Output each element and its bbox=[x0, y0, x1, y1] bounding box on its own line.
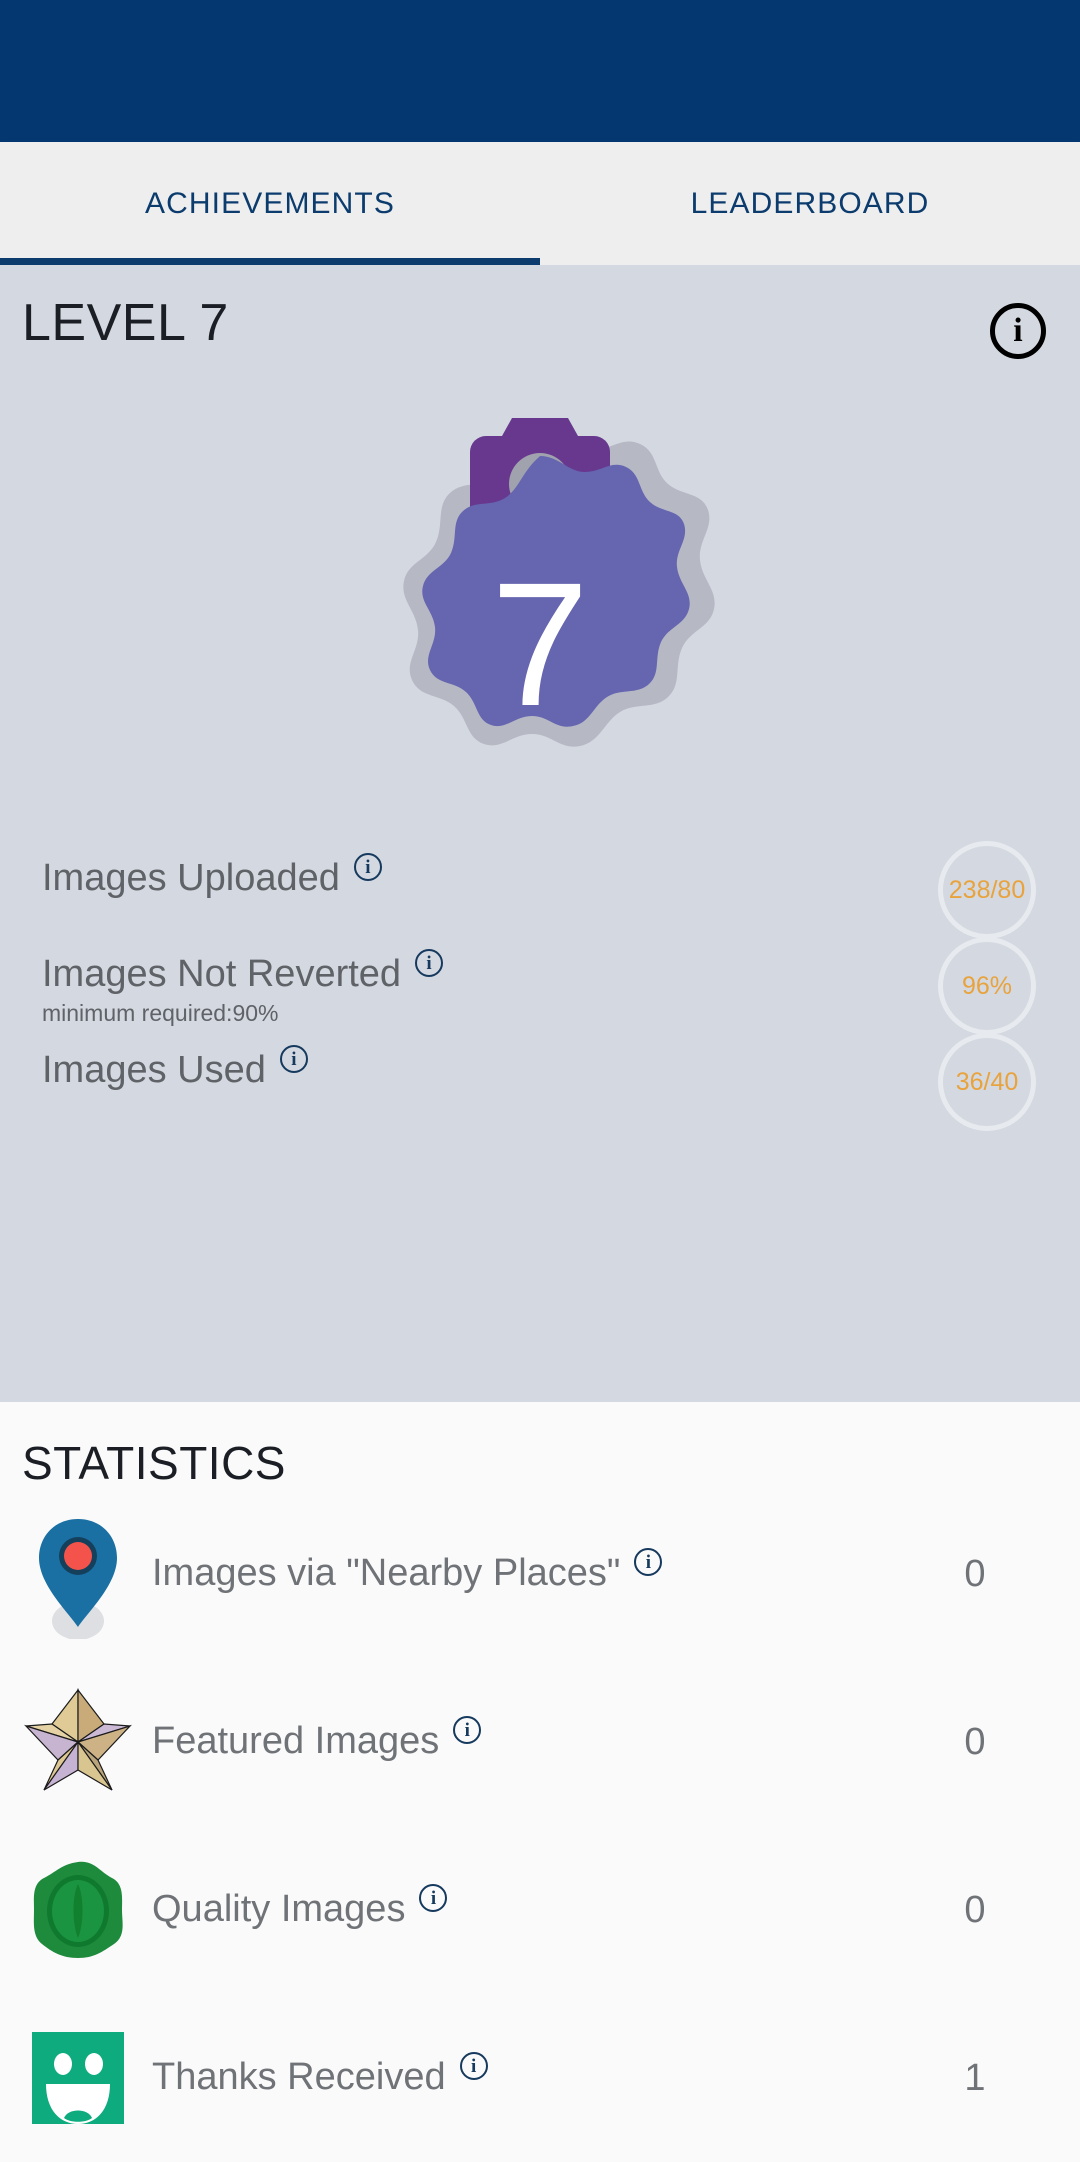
info-icon-glyph: i bbox=[464, 1719, 470, 1741]
achievement-sublabel: minimum required:90% bbox=[42, 1000, 279, 1027]
page-title: LEVEL 7 bbox=[22, 294, 229, 352]
wax-seal-icon bbox=[22, 1858, 134, 1962]
achievement-rows: Images Uploaded i 238/80 Images Not Rever… bbox=[0, 841, 1080, 1141]
tab-bar: ACHIEVEMENTS LEADERBOARD bbox=[0, 142, 1080, 265]
level-info-icon[interactable]: i bbox=[990, 303, 1046, 359]
quality-images-info-icon[interactable]: i bbox=[419, 1884, 448, 1913]
stat-row-featured-images[interactable]: Featured Images i 0 bbox=[0, 1658, 1080, 1826]
thanks-received-info-icon[interactable]: i bbox=[459, 2052, 488, 2081]
stat-row-quality-images[interactable]: Quality Images i 0 bbox=[0, 1826, 1080, 1994]
status-bar bbox=[0, 0, 1080, 142]
stat-label: Thanks Received i bbox=[134, 2052, 910, 2099]
stat-label-text: Featured Images bbox=[152, 1720, 440, 1763]
achievements-panel: LEVEL 7 i 7 Images Uploaded i 238/80 Ima… bbox=[0, 265, 1080, 1402]
tab-leaderboard[interactable]: LEADERBOARD bbox=[540, 142, 1080, 265]
images-uploaded-info-icon[interactable]: i bbox=[353, 853, 382, 881]
stat-label: Featured Images i bbox=[134, 1716, 910, 1763]
info-icon-glyph: i bbox=[365, 856, 371, 878]
badge-level-number: 7 bbox=[491, 547, 589, 743]
level-info-icon-glyph: i bbox=[1013, 312, 1023, 349]
info-icon-glyph: i bbox=[430, 1887, 437, 1909]
statistics-section: STATISTICS Images via "Nearby Places" i 0 bbox=[0, 1402, 1080, 2162]
achievement-progress-ring: 238/80 bbox=[938, 841, 1036, 939]
achievement-label-group: Images Uploaded i bbox=[42, 853, 938, 900]
images-not-reverted-info-icon[interactable]: i bbox=[415, 949, 444, 977]
info-icon-glyph: i bbox=[470, 2055, 477, 2077]
stat-value: 0 bbox=[964, 1552, 986, 1595]
info-icon-glyph: i bbox=[291, 1048, 297, 1070]
achievement-label: Images Uploaded bbox=[42, 857, 340, 900]
level-header: LEVEL 7 i bbox=[0, 265, 1080, 359]
achievement-value: 96% bbox=[961, 971, 1013, 1000]
achievement-row-images-not-reverted[interactable]: Images Not Reverted i minimum required:90… bbox=[0, 937, 1080, 1045]
info-icon-glyph: i bbox=[645, 1551, 652, 1573]
statistics-title: STATISTICS bbox=[22, 1437, 286, 1489]
achievement-value: 36/40 bbox=[955, 1067, 1019, 1096]
tab-leaderboard-label: LEADERBOARD bbox=[690, 186, 930, 220]
smiley-thanks-icon bbox=[22, 2028, 134, 2128]
achievement-row-images-used[interactable]: Images Used i 36/40 bbox=[0, 1033, 1080, 1141]
nearby-places-info-icon[interactable]: i bbox=[634, 1548, 663, 1577]
featured-images-info-icon[interactable]: i bbox=[453, 1716, 482, 1745]
achievement-label-group: Images Not Reverted i minimum required:90… bbox=[42, 949, 938, 1027]
images-used-info-icon[interactable]: i bbox=[279, 1045, 308, 1073]
stat-label-text: Quality Images bbox=[152, 1888, 406, 1931]
stat-row-nearby-places[interactable]: Images via "Nearby Places" i 0 bbox=[0, 1490, 1080, 1658]
achievement-value: 238/80 bbox=[948, 875, 1026, 904]
stat-label: Images via "Nearby Places" i bbox=[134, 1548, 910, 1595]
stat-value: 1 bbox=[964, 2056, 986, 2099]
achievement-label-group: Images Used i bbox=[42, 1045, 938, 1092]
stat-label: Quality Images i bbox=[134, 1884, 910, 1931]
stat-value: 0 bbox=[964, 1888, 986, 1931]
stat-label-text: Thanks Received bbox=[152, 2056, 446, 2099]
achievement-progress-ring: 36/40 bbox=[938, 1033, 1036, 1131]
tab-achievements[interactable]: ACHIEVEMENTS bbox=[0, 142, 540, 265]
stat-value: 0 bbox=[964, 1720, 986, 1763]
tab-achievements-label: ACHIEVEMENTS bbox=[145, 186, 395, 220]
stat-label-text: Images via "Nearby Places" bbox=[152, 1552, 621, 1595]
level-badge: 7 bbox=[0, 379, 1080, 849]
map-pin-icon bbox=[22, 1509, 134, 1639]
star-icon bbox=[22, 1686, 134, 1798]
info-icon-glyph: i bbox=[426, 952, 432, 974]
achievement-progress-ring: 96% bbox=[938, 937, 1036, 1035]
achievement-label: Images Used bbox=[42, 1049, 266, 1092]
achievement-row-images-uploaded[interactable]: Images Uploaded i 238/80 bbox=[0, 841, 1080, 949]
tab-selected-indicator bbox=[0, 258, 540, 265]
achievement-label: Images Not Reverted bbox=[42, 953, 402, 996]
